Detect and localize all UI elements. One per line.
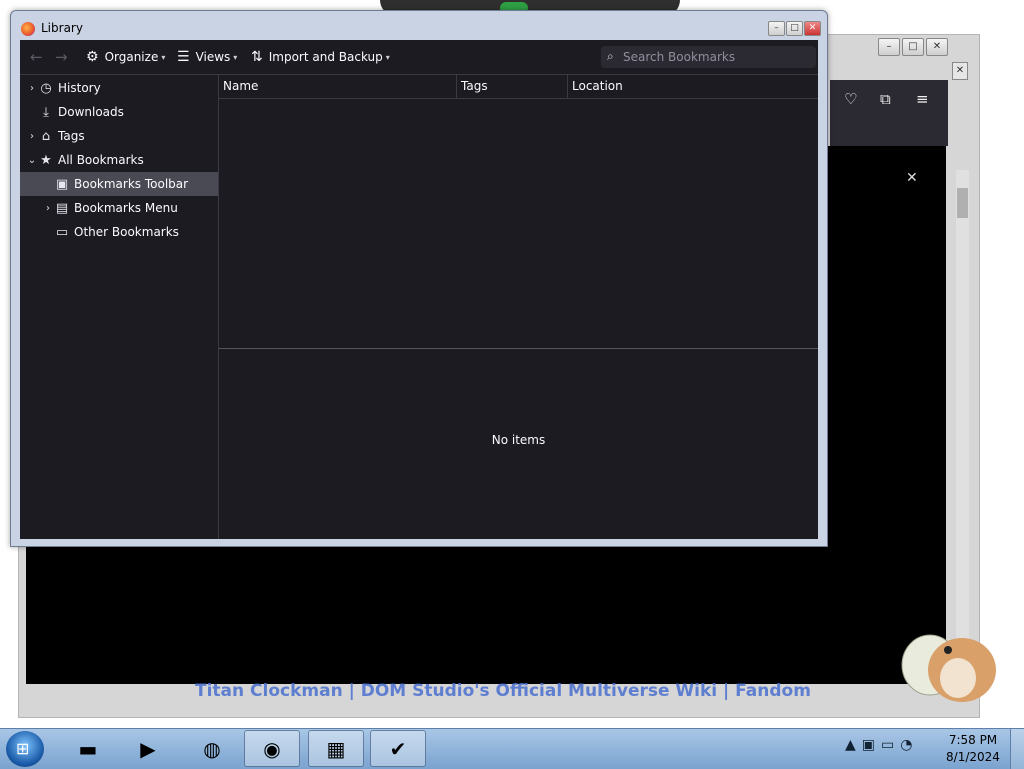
bookmarks-menu-icon: ▤ (55, 200, 69, 216)
tree-item-label: All Bookmarks (58, 153, 144, 167)
organize-label: Organize (104, 50, 159, 64)
taskbar-app-globe[interactable]: ◍ (184, 730, 240, 767)
box-app-icon: ▦ (326, 736, 346, 761)
scrollbar-thumb[interactable] (957, 188, 968, 218)
hamster-image (901, 634, 996, 702)
folder-icon: ▭ (55, 224, 69, 240)
notification-close-icon[interactable]: ✕ (906, 170, 918, 186)
tag-icon: ⌂ (41, 128, 51, 144)
collapse-icon[interactable]: ⌄ (26, 155, 38, 166)
show-hidden-icons[interactable]: ▲ (845, 737, 856, 753)
tree-item-history[interactable]: › ◷ History (20, 76, 224, 100)
bookmarks-list[interactable]: Name Tags Location (219, 74, 818, 349)
library-toolbar: ← → ⚙ Organize ▾ ☰ Views ▾ ⇅ Import and … (20, 40, 818, 74)
bookmarks-tree: › ◷ History ⤓ Downloads › ⌂ Tags ⌄ ★ All… (20, 74, 219, 539)
firefox-icon: ◉ (263, 736, 281, 761)
tree-item-label: Other Bookmarks (74, 225, 179, 239)
background-page-title: Titan Clockman | DOM Studio's Official M… (195, 681, 811, 701)
window-controls: – □ ✕ (768, 21, 821, 36)
extensions-icon[interactable]: ⧉ (880, 90, 891, 108)
search-input[interactable]: ⌕ Search Bookmarks (601, 46, 816, 68)
clock-time: 7:58 PM (948, 733, 998, 747)
taskbar-app-firefox[interactable]: ◉ (244, 730, 300, 767)
views-button[interactable]: ☰ Views ▾ (177, 49, 237, 65)
search-icon: ⌕ (607, 49, 614, 63)
import-label: Import and Backup (268, 50, 383, 64)
tree-item-tags[interactable]: › ⌂ Tags (20, 124, 224, 148)
tree-item-all-bookmarks[interactable]: ⌄ ★ All Bookmarks (20, 148, 224, 172)
network-icon[interactable]: ▣ (862, 737, 875, 753)
background-close-button[interactable]: ✕ (926, 38, 948, 56)
windows-logo-icon: ⊞ (16, 739, 30, 758)
bookmarks-toolbar-icon: ▣ (55, 176, 69, 192)
taskbar-app-media[interactable]: ▶ (120, 730, 176, 767)
show-desktop-button[interactable] (1010, 729, 1024, 769)
tree-item-other-bookmarks[interactable]: ▭ Other Bookmarks (20, 220, 218, 244)
system-tray: ▲ ▣ ▭ ◔ (845, 737, 912, 753)
menu-icon[interactable]: ≡ (916, 90, 929, 108)
tree-item-label: History (58, 81, 101, 95)
pocket-icon[interactable]: ♡ (844, 90, 857, 108)
list-icon: ☰ (177, 49, 190, 65)
import-export-icon: ⇅ (251, 49, 263, 65)
title-bar[interactable]: Library – □ ✕ (11, 11, 827, 39)
start-button[interactable]: ⊞ (6, 731, 44, 767)
column-header-name[interactable]: Name (219, 75, 457, 98)
search-placeholder: Search Bookmarks (623, 50, 736, 64)
expand-icon[interactable]: › (26, 131, 38, 142)
chevron-down-icon: ▾ (385, 52, 390, 62)
tree-item-label: Downloads (58, 105, 124, 119)
organize-button[interactable]: ⚙ Organize ▾ (86, 49, 165, 65)
checkmark-icon: ✔ (389, 736, 407, 761)
display-icon[interactable]: ▭ (881, 737, 894, 753)
taskbar-app-box[interactable]: ▦ (308, 730, 364, 767)
expand-icon[interactable]: › (26, 83, 38, 94)
clock-icon: ◷ (40, 80, 52, 96)
taskbar: ⊞ ▬ ▶ ◍ ◉ ▦ ✔ ▲ ▣ ▭ ◔ 7:58 PM 8/1/2024 (0, 728, 1024, 769)
library-body: ← → ⚙ Organize ▾ ☰ Views ▾ ⇅ Import and … (20, 40, 818, 539)
background-tab-close-icon[interactable]: ✕ (952, 62, 968, 80)
chevron-down-icon: ▾ (233, 52, 238, 62)
clock[interactable]: 7:58 PM 8/1/2024 (940, 732, 1006, 766)
taskbar-app-check[interactable]: ✔ (370, 730, 426, 767)
library-window[interactable]: Library – □ ✕ ← → ⚙ Organize ▾ ☰ Views ▾… (10, 10, 828, 547)
tree-item-downloads[interactable]: ⤓ Downloads (20, 100, 224, 124)
background-scrollbar[interactable] (956, 170, 969, 680)
clock-date: 8/1/2024 (946, 750, 1000, 764)
details-pane: No items (219, 348, 818, 539)
maximize-button[interactable]: □ (786, 21, 803, 36)
taskbar-app-1[interactable]: ▬ (60, 730, 116, 767)
tree-item-label: Tags (58, 129, 85, 143)
empty-message: No items (491, 433, 546, 447)
background-maximize-button[interactable]: □ (902, 38, 924, 56)
forward-button[interactable]: → (55, 48, 68, 66)
views-label: Views (195, 50, 231, 64)
tree-item-label: Bookmarks Toolbar (74, 177, 189, 191)
list-header: Name Tags Location (219, 75, 818, 99)
tree-item-bookmarks-toolbar[interactable]: ▣ Bookmarks Toolbar (20, 172, 218, 196)
close-button[interactable]: ✕ (804, 21, 821, 36)
expand-icon[interactable]: › (42, 203, 54, 214)
back-button[interactable]: ← (30, 48, 43, 66)
star-icon: ★ (40, 152, 52, 168)
background-window-controls: – □ ✕ (878, 38, 948, 56)
tree-item-label: Bookmarks Menu (74, 201, 178, 215)
volume-icon[interactable]: ◔ (900, 737, 912, 753)
firefox-icon (21, 22, 35, 36)
globe-icon: ◍ (203, 736, 221, 761)
tree-item-bookmarks-menu[interactable]: › ▤ Bookmarks Menu (20, 196, 218, 220)
column-header-tags[interactable]: Tags (457, 75, 568, 98)
column-header-location[interactable]: Location (568, 75, 818, 98)
background-browser-toolbar: ♡ ⧉ ≡ (830, 80, 948, 146)
media-player-icon: ▶ (140, 736, 156, 761)
terminal-icon: ▬ (78, 736, 98, 761)
background-minimize-button[interactable]: – (878, 38, 900, 56)
download-icon: ⤓ (43, 104, 49, 120)
gear-icon: ⚙ (86, 49, 99, 65)
minimize-button[interactable]: – (768, 21, 785, 36)
import-backup-button[interactable]: ⇅ Import and Backup ▾ (251, 49, 390, 65)
window-title: Library (41, 21, 83, 35)
chevron-down-icon: ▾ (161, 52, 166, 62)
